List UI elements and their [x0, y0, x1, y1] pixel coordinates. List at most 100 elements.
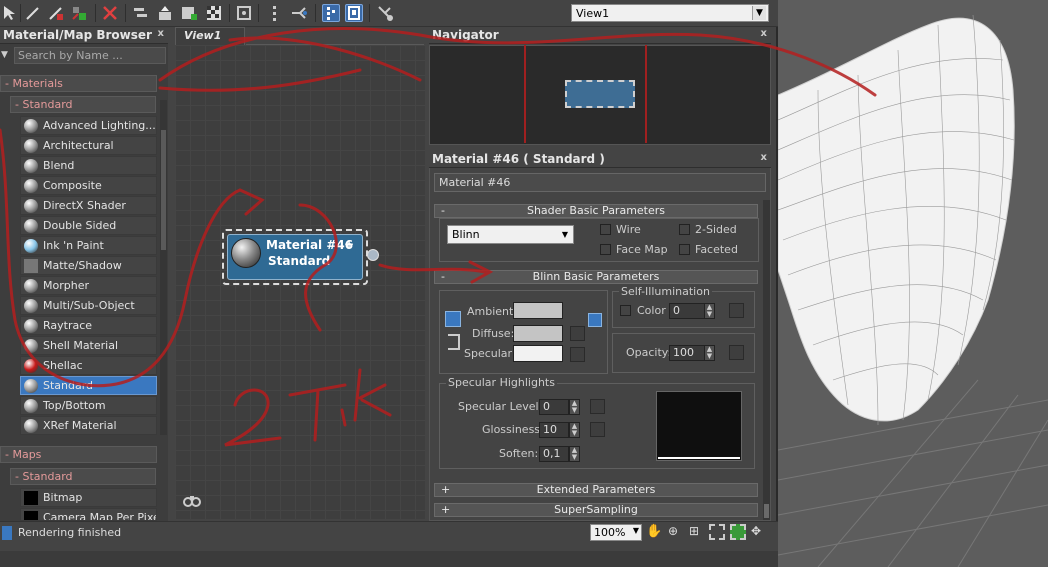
- close-icon[interactable]: x: [158, 28, 164, 39]
- pan-to-selected-icon[interactable]: ✥: [751, 524, 767, 540]
- navigator-viewport-box[interactable]: [565, 80, 635, 108]
- material-name-field[interactable]: Material #46: [434, 173, 766, 192]
- zoom-region-icon[interactable]: ⊞: [689, 524, 705, 540]
- list-item-label: Bitmap: [43, 491, 83, 504]
- list-item-label: Top/Bottom: [43, 399, 106, 412]
- param-scrollbar[interactable]: [763, 200, 770, 520]
- lock-map-icon[interactable]: [588, 313, 602, 327]
- align-icon[interactable]: [322, 4, 340, 22]
- self-illum-value[interactable]: 0: [669, 303, 705, 319]
- group-materials[interactable]: - Materials: [0, 75, 157, 92]
- move-children-icon[interactable]: [132, 4, 150, 22]
- list-item[interactable]: Raytrace: [20, 316, 157, 335]
- list-item[interactable]: Ink 'n Paint: [20, 236, 157, 255]
- spinner-arrows-icon[interactable]: ▲ ▼: [569, 446, 580, 462]
- specular-map-button[interactable]: [570, 347, 585, 362]
- close-icon[interactable]: x: [761, 152, 767, 163]
- material-node[interactable]: Material #46 Standard +: [222, 229, 368, 285]
- list-item-label: Composite: [43, 179, 102, 192]
- list-item[interactable]: DirectX Shader: [20, 196, 157, 215]
- scrollbar-thumb[interactable]: [764, 504, 769, 518]
- close-icon[interactable]: x: [761, 28, 767, 39]
- select-icon[interactable]: [266, 4, 284, 22]
- shader-select[interactable]: Blinn ▼: [447, 225, 574, 244]
- face-map-checkbox[interactable]: [600, 244, 611, 255]
- zoom-extents-icon[interactable]: [709, 524, 725, 540]
- self-illum-color-checkbox[interactable]: [620, 305, 631, 316]
- material-node-body[interactable]: Material #46 Standard +: [227, 234, 363, 280]
- group-standard[interactable]: - Standard: [10, 96, 156, 113]
- two-sided-checkbox[interactable]: [679, 224, 690, 235]
- spinner-arrows-icon[interactable]: ▲ ▼: [704, 345, 715, 361]
- layout-icon[interactable]: [180, 4, 198, 22]
- faceted-checkbox[interactable]: [679, 244, 690, 255]
- rollout-extended[interactable]: + Extended Parameters: [434, 483, 758, 497]
- glossiness-value[interactable]: 10: [539, 422, 569, 438]
- lock-icon[interactable]: [236, 4, 254, 22]
- rollout-supersampling[interactable]: + SuperSampling: [434, 503, 758, 517]
- list-item[interactable]: Double Sided: [20, 216, 157, 235]
- pan-icon[interactable]: ✋: [646, 524, 662, 540]
- list-item[interactable]: Top/Bottom: [20, 396, 157, 415]
- binoculars-icon[interactable]: [183, 493, 201, 507]
- group-maps[interactable]: - Maps: [0, 446, 157, 463]
- pick-from-scene-icon[interactable]: [376, 4, 394, 22]
- 3d-viewport[interactable]: [778, 0, 1048, 567]
- list-item[interactable]: Shell Material: [20, 336, 157, 355]
- opacity-value[interactable]: 100: [669, 345, 705, 361]
- spinner-arrows-icon[interactable]: ▲ ▼: [569, 399, 580, 415]
- search-input[interactable]: Search by Name ...: [14, 47, 166, 64]
- background-icon[interactable]: [205, 4, 223, 22]
- list-item[interactable]: Camera Map Per Pixel: [20, 508, 157, 521]
- soften-value[interactable]: 0,1: [539, 446, 569, 462]
- options-icon[interactable]: [345, 4, 363, 22]
- list-item[interactable]: Morpher: [20, 276, 157, 295]
- cursor-icon[interactable]: [0, 4, 18, 22]
- list-item[interactable]: Bitmap: [20, 488, 157, 507]
- self-illum-map-button[interactable]: [729, 303, 744, 318]
- spinner-arrows-icon[interactable]: ▲ ▼: [569, 422, 580, 438]
- assign-material-icon[interactable]: [70, 4, 88, 22]
- rollout-shader-basic[interactable]: - Shader Basic Parameters: [434, 204, 758, 218]
- specular-level-map-button[interactable]: [590, 399, 605, 414]
- list-item[interactable]: Blend: [20, 156, 157, 175]
- delete-icon[interactable]: [101, 4, 119, 22]
- tab-view1[interactable]: View1: [175, 27, 245, 45]
- scrollbar-thumb[interactable]: [161, 130, 166, 250]
- node-expand-button[interactable]: +: [344, 237, 354, 251]
- wire-checkbox[interactable]: [600, 224, 611, 235]
- zoom-selected-icon[interactable]: [730, 524, 746, 540]
- list-item[interactable]: Advanced Lighting...: [20, 116, 157, 135]
- list-item[interactable]: Architectural: [20, 136, 157, 155]
- group-maps-standard[interactable]: - Standard: [10, 468, 156, 485]
- list-item[interactable]: Multi/Sub-Object: [20, 296, 157, 315]
- list-item[interactable]: Shellac: [20, 356, 157, 375]
- node-output-port[interactable]: [367, 249, 379, 261]
- browser-scrollbar[interactable]: [160, 100, 167, 435]
- list-item[interactable]: Composite: [20, 176, 157, 195]
- rollout-blinn-basic[interactable]: - Blinn Basic Parameters: [434, 270, 758, 284]
- specular-swatch[interactable]: [513, 345, 563, 362]
- opacity-map-button[interactable]: [729, 345, 744, 360]
- view-select[interactable]: View1 ▼: [571, 4, 769, 22]
- ambient-swatch[interactable]: [513, 302, 563, 319]
- zoom-select[interactable]: 100% ▼: [590, 524, 642, 541]
- spinner-arrows-icon[interactable]: ▲ ▼: [704, 303, 715, 319]
- lock-ambient-icon[interactable]: [445, 311, 461, 327]
- zoom-icon[interactable]: ⊕: [668, 524, 684, 540]
- browser-options-icon[interactable]: ▼: [1, 50, 11, 60]
- put-material-icon[interactable]: [47, 4, 65, 22]
- pick-icon[interactable]: [290, 4, 308, 22]
- eyedropper-icon[interactable]: [24, 4, 42, 22]
- glossiness-map-button[interactable]: [590, 422, 605, 437]
- list-item[interactable]: XRef Material: [20, 416, 157, 435]
- list-item[interactable]: Standard: [20, 376, 157, 395]
- chevron-down-icon: ▼: [561, 230, 569, 239]
- material-swatch-icon: [24, 419, 38, 433]
- specular-level-value[interactable]: 0: [539, 399, 569, 415]
- list-item[interactable]: Matte/Shadow: [20, 256, 157, 275]
- diffuse-swatch[interactable]: [513, 325, 563, 342]
- hide-icon[interactable]: [156, 4, 174, 22]
- toolbar-separator: [315, 4, 316, 22]
- diffuse-map-button[interactable]: [570, 326, 585, 341]
